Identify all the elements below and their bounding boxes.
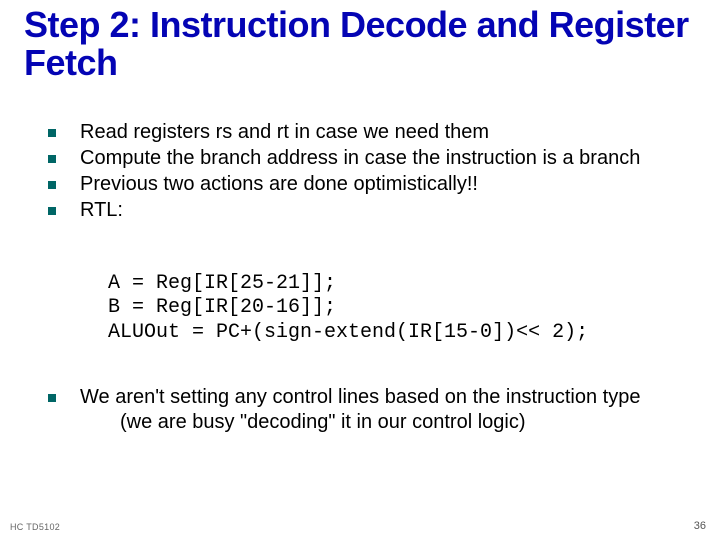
list-item-text: RTL: bbox=[80, 198, 680, 223]
slide-title: Step 2: Instruction Decode and Register … bbox=[24, 6, 696, 82]
list-item: Read registers rs and rt in case we need… bbox=[48, 120, 680, 145]
code-line: A = Reg[IR[25-21]]; bbox=[108, 272, 336, 295]
bullet-marker-icon bbox=[48, 129, 56, 137]
list-item-text-sub: (we are busy "decoding" it in our contro… bbox=[120, 411, 526, 433]
list-item: RTL: bbox=[48, 198, 680, 223]
list-item-text: Compute the branch address in case the i… bbox=[80, 146, 680, 171]
slide: Step 2: Instruction Decode and Register … bbox=[0, 0, 720, 540]
list-item: We aren't setting any control lines base… bbox=[48, 385, 680, 435]
bullet-marker-icon bbox=[48, 394, 56, 402]
list-item-text: We aren't setting any control lines base… bbox=[80, 385, 680, 435]
list-item-text: Previous two actions are done optimistic… bbox=[80, 172, 680, 197]
list-item-text: Read registers rs and rt in case we need… bbox=[80, 120, 680, 145]
list-item: Compute the branch address in case the i… bbox=[48, 146, 680, 171]
code-line: B = Reg[IR[20-16]]; bbox=[108, 296, 336, 319]
bullet-marker-icon bbox=[48, 155, 56, 163]
code-line: ALUOut = PC+(sign-extend(IR[15-0])<< 2); bbox=[108, 321, 588, 344]
bullet-list-2: We aren't setting any control lines base… bbox=[48, 385, 680, 436]
code-block: A = Reg[IR[25-21]]; B = Reg[IR[20-16]]; … bbox=[108, 272, 588, 345]
bullet-list-1: Read registers rs and rt in case we need… bbox=[48, 120, 680, 224]
page-number: 36 bbox=[694, 520, 706, 532]
footer-left-label: HC TD5102 bbox=[10, 522, 60, 532]
list-item: Previous two actions are done optimistic… bbox=[48, 172, 680, 197]
bullet-marker-icon bbox=[48, 181, 56, 189]
bullet-marker-icon bbox=[48, 207, 56, 215]
list-item-text-main: We aren't setting any control lines base… bbox=[80, 386, 640, 408]
